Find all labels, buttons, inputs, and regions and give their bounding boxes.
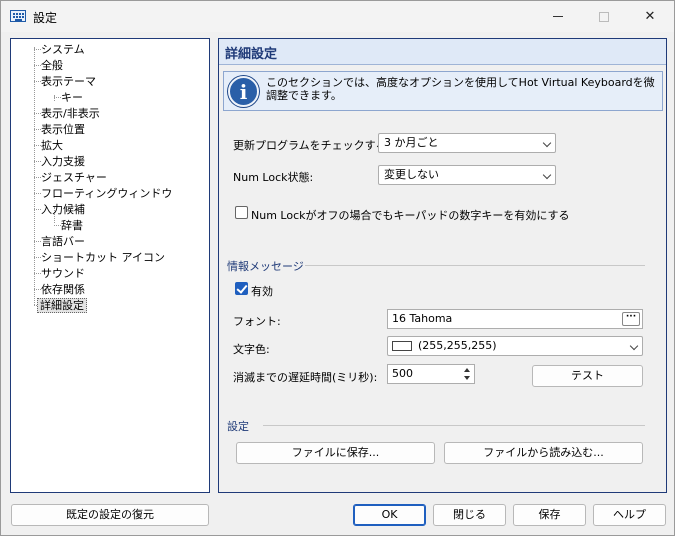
color-swatch <box>392 341 412 351</box>
settings-group-title: 設定 <box>227 420 249 433</box>
text-color-select[interactable]: (255,255,255) <box>387 336 643 356</box>
font-value: 16 Tahoma <box>392 312 453 325</box>
advanced-settings-panel: 詳細設定 i このセクションでは、高度なオプションを使用してHot Virtua… <box>218 38 667 493</box>
save-to-file-button[interactable]: ファイルに保存... <box>236 442 435 464</box>
panel-header: 詳細設定 <box>219 39 666 65</box>
delay-value: 500 <box>392 367 413 380</box>
settings-tree: システム 全般 表示テーマ キー 表示/非表示 表示位置 拡大 入力支援 ジェス… <box>10 38 210 493</box>
ok-button[interactable]: OK <box>353 504 426 526</box>
spinner-arrows-icon[interactable] <box>462 366 473 382</box>
tree-item-advanced[interactable]: 詳細設定 <box>37 298 87 313</box>
delay-label: 消滅までの遅延時間(ミリ秒): <box>233 371 378 384</box>
numpad-checkbox[interactable] <box>235 206 248 219</box>
tree-guide <box>54 95 55 101</box>
help-button[interactable]: ヘルプ <box>593 504 666 526</box>
tree-guide <box>34 47 35 305</box>
tree-item-dictionary[interactable]: 辞書 <box>59 218 85 233</box>
info-icon: i <box>228 76 259 107</box>
tree-item-dependencies[interactable]: 依存関係 <box>39 282 87 297</box>
settings-window: 設定 ✕ システム 全般 表示テーマ キー 表示/非表示 表示位置 拡大 入力支… <box>0 0 675 536</box>
close-button[interactable]: 閉じる <box>433 504 506 526</box>
font-browse-button[interactable]: ··· <box>622 312 640 326</box>
group-divider <box>305 265 645 266</box>
chevron-down-icon <box>629 341 639 351</box>
numlock-label: Num Lock状態: <box>233 171 314 184</box>
tree-item-gestures[interactable]: ジェスチャー <box>39 170 109 185</box>
info-box: i このセクションでは、高度なオプションを使用してHot Virtual Key… <box>223 71 663 111</box>
tree-item-language-bar[interactable]: 言語バー <box>39 234 87 249</box>
numlock-value: 変更しない <box>384 168 439 181</box>
restore-defaults-button[interactable]: 既定の設定の復元 <box>11 504 209 526</box>
close-window-button[interactable]: ✕ <box>627 1 673 32</box>
tree-item-system[interactable]: システム <box>39 42 87 57</box>
panel-title: 詳細設定 <box>225 47 278 62</box>
minimize-button[interactable] <box>535 1 581 32</box>
numpad-checkbox-label[interactable]: Num Lockがオフの場合でもキーパッドの数字キーを有効にする <box>251 207 570 223</box>
delay-spinbox[interactable]: 500 <box>387 364 475 384</box>
group-divider <box>263 425 645 426</box>
enabled-label[interactable]: 有効 <box>251 283 273 299</box>
tree-item-position[interactable]: 表示位置 <box>39 122 87 137</box>
window-title: 設定 <box>33 11 58 25</box>
chevron-down-icon <box>542 170 552 180</box>
keyboard-icon <box>10 10 26 22</box>
tree-item-floating-window[interactable]: フローティングウィンドウ <box>39 186 174 201</box>
maximize-icon <box>599 11 609 22</box>
info-messages-group-title: 情報メッセージ <box>227 260 304 273</box>
tree-item-shortcut-icon[interactable]: ショートカット アイコン <box>39 250 167 265</box>
info-text: このセクションでは、高度なオプションを使用してHot Virtual Keybo… <box>266 76 655 102</box>
tree-item-general[interactable]: 全般 <box>39 58 65 73</box>
font-field[interactable]: 16 Tahoma ··· <box>387 309 643 329</box>
tree-item-suggestions[interactable]: 入力候補 <box>39 202 87 217</box>
test-button[interactable]: テスト <box>532 365 643 387</box>
tree-item-keys[interactable]: キー <box>59 90 85 105</box>
tree-item-theme[interactable]: 表示テーマ <box>39 74 98 89</box>
tree-item-sound[interactable]: サウンド <box>39 266 87 281</box>
chevron-down-icon <box>542 138 552 148</box>
update-check-value: 3 か月ごと <box>384 136 439 149</box>
enabled-checkbox[interactable] <box>235 282 248 295</box>
save-button[interactable]: 保存 <box>513 504 586 526</box>
tree-item-input-assist[interactable]: 入力支援 <box>39 154 87 169</box>
numlock-select[interactable]: 変更しない <box>378 165 556 185</box>
maximize-button[interactable] <box>581 1 627 32</box>
font-label: フォント: <box>233 315 281 328</box>
text-color-label: 文字色: <box>233 343 270 356</box>
update-check-select[interactable]: 3 か月ごと <box>378 133 556 153</box>
title-bar: 設定 ✕ <box>1 1 674 32</box>
tree-item-show-hide[interactable]: 表示/非表示 <box>39 106 102 121</box>
tree-item-zoom[interactable]: 拡大 <box>39 138 65 153</box>
close-icon: ✕ <box>644 9 656 24</box>
minimize-icon <box>553 16 563 17</box>
load-from-file-button[interactable]: ファイルから読み込む... <box>444 442 643 464</box>
text-color-value: (255,255,255) <box>418 339 497 352</box>
update-check-label: 更新プログラムをチェックする: <box>233 139 391 152</box>
